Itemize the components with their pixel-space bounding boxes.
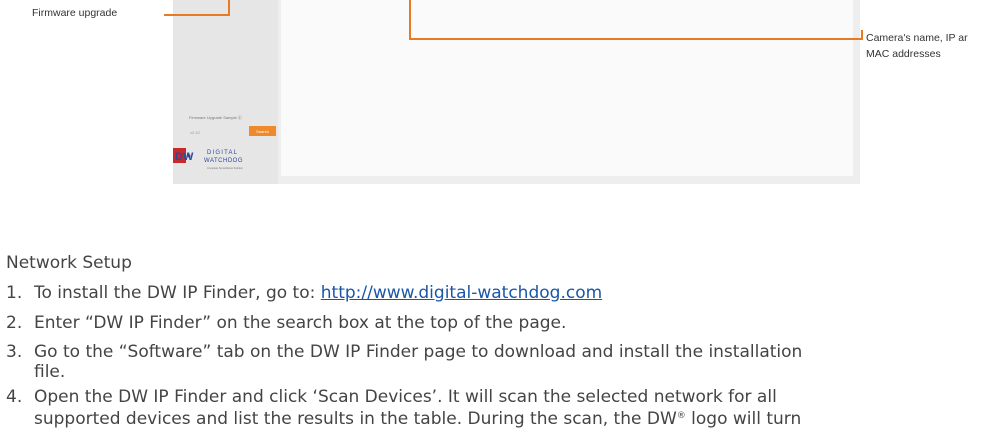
step-1: 1. To install the DW IP Finder, go to: h… xyxy=(6,279,995,309)
firmware-version-value: v2.10 xyxy=(190,130,200,135)
step-number: 4. xyxy=(6,383,22,413)
screenshot-sidebar: Firmware Upgrade Sample Ⓒ v2.10 Search D… xyxy=(173,0,278,184)
step-text-part: logo will turn xyxy=(686,409,802,429)
registered-mark: ® xyxy=(677,411,686,421)
step-text-continued: file. xyxy=(34,361,995,383)
step-2: 2. Enter “DW IP Finder” on the search bo… xyxy=(6,309,995,339)
network-setup-steps: 1. To install the DW IP Finder, go to: h… xyxy=(6,279,995,430)
svg-text:DIGITAL: DIGITAL xyxy=(207,150,238,156)
step-text-part: supported devices and list the results i… xyxy=(34,409,677,429)
callout-camera-line-tick xyxy=(861,30,863,40)
step-number: 3. xyxy=(6,338,22,368)
step-text-continued: supported devices and list the results i… xyxy=(34,405,995,430)
digital-watchdog-logo: DW DIGITAL WATCHDOG Complete Surveillanc… xyxy=(173,143,278,173)
step-4: 4. Open the DW IP Finder and click ‘Scan… xyxy=(6,383,995,430)
step-text: Go to the “Software” tab on the DW IP Fi… xyxy=(34,342,802,362)
section-title: Network Setup xyxy=(6,253,132,273)
svg-text:Complete Surveillance Solution: Complete Surveillance Solution xyxy=(207,166,244,170)
callout-firmware-line-h xyxy=(164,14,230,16)
firmware-search-button[interactable]: Search xyxy=(249,126,276,136)
callout-camera-mac: MAC addresses xyxy=(866,46,941,62)
svg-text:DW: DW xyxy=(175,151,194,163)
svg-text:WATCHDOG: WATCHDOG xyxy=(204,158,243,164)
digital-watchdog-link[interactable]: http://www.digital-watchdog.com xyxy=(321,283,602,303)
step-3: 3. Go to the “Software” tab on the DW IP… xyxy=(6,338,995,383)
step-text: Enter “DW IP Finder” on the search box a… xyxy=(34,313,566,333)
step-number: 1. xyxy=(6,279,22,309)
step-text: Open the DW IP Finder and click ‘Scan De… xyxy=(34,387,777,407)
firmware-upgrade-label: Firmware Upgrade Sample Ⓒ xyxy=(189,115,242,121)
callout-firmware-upgrade: Firmware upgrade xyxy=(32,5,117,21)
callout-camera-line-v xyxy=(409,0,411,40)
callout-camera-line-h xyxy=(409,38,862,40)
screenshot-device-table-area xyxy=(281,0,853,176)
callout-camera-name: Camera's name, IP ar xyxy=(866,30,968,46)
step-text: To install the DW IP Finder, go to: xyxy=(34,283,321,303)
step-number: 2. xyxy=(6,309,22,339)
software-screenshot: Firmware Upgrade Sample Ⓒ v2.10 Search D… xyxy=(173,0,860,184)
callout-firmware-line-v xyxy=(228,0,230,16)
